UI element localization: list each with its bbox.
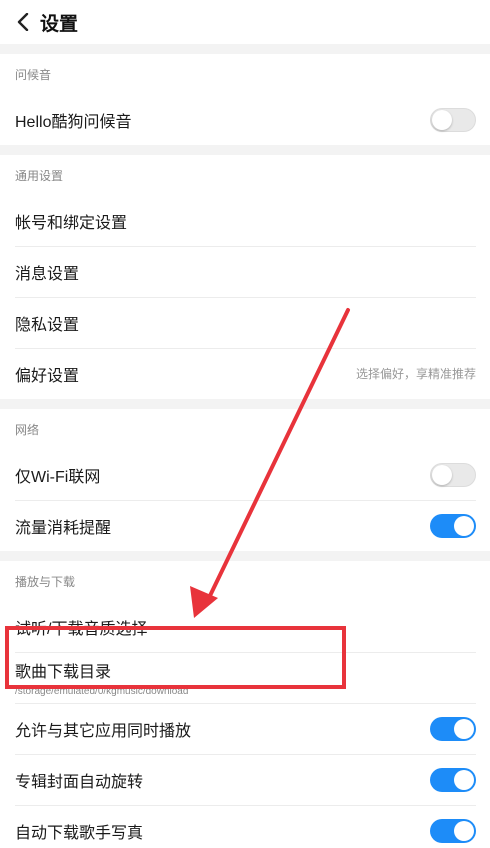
preference-hint: 选择偏好，享精准推荐: [355, 367, 476, 381]
section-divider: [0, 399, 490, 409]
download-dir-path: /storage/emulated/0/kgmusic/download: [15, 686, 189, 697]
setting-label: 仅Wi-Fi联网: [15, 468, 101, 486]
setting-row-wifi-only[interactable]: 仅Wi-Fi联网: [0, 449, 490, 500]
back-arrow-icon[interactable]: [12, 11, 34, 33]
section-divider: [0, 44, 490, 54]
concurrent-play-toggle[interactable]: [430, 716, 476, 741]
setting-row-account[interactable]: 帐号和绑定设置: [0, 195, 490, 246]
setting-row-data-usage[interactable]: 流量消耗提醒: [0, 500, 490, 551]
hello-greeting-toggle[interactable]: [430, 107, 476, 132]
setting-row-download-dir[interactable]: 歌曲下载目录 /storage/emulated/0/kgmusic/downl…: [0, 652, 490, 703]
setting-label: 专辑封面自动旋转: [15, 773, 144, 791]
section-divider: [0, 551, 490, 561]
setting-row-preference[interactable]: 偏好设置 选择偏好，享精准推荐: [0, 348, 490, 399]
setting-row-album-rotate[interactable]: 专辑封面自动旋转: [0, 754, 490, 805]
section-title-general: 通用设置: [0, 155, 490, 195]
setting-label: 自动下载歌手写真: [15, 824, 144, 842]
setting-label: 试听/下载音质选择: [15, 620, 148, 638]
header: 设置: [0, 0, 490, 44]
page-title: 设置: [40, 13, 79, 35]
toggle-knob: [454, 718, 474, 739]
album-rotate-toggle[interactable]: [430, 767, 476, 792]
setting-label: 帐号和绑定设置: [15, 214, 128, 232]
wifi-only-toggle[interactable]: [430, 462, 476, 487]
toggle-knob: [432, 464, 452, 485]
setting-label: 消息设置: [15, 265, 80, 283]
section-title-greeting: 问候音: [0, 54, 490, 94]
setting-row-quality[interactable]: 试听/下载音质选择: [0, 601, 490, 652]
toggle-knob: [432, 109, 452, 130]
auto-photo-toggle[interactable]: [430, 818, 476, 843]
setting-label: 允许与其它应用同时播放: [15, 722, 192, 740]
setting-row-message[interactable]: 消息设置: [0, 246, 490, 297]
section-title-play-download: 播放与下载: [0, 561, 490, 601]
setting-row-concurrent-play[interactable]: 允许与其它应用同时播放: [0, 703, 490, 754]
toggle-knob: [454, 515, 474, 536]
section-title-network: 网络: [0, 409, 490, 449]
setting-row-privacy[interactable]: 隐私设置: [0, 297, 490, 348]
setting-label: 隐私设置: [15, 316, 80, 334]
setting-row-auto-photo[interactable]: 自动下载歌手写真: [0, 805, 490, 848]
setting-row-hello-greeting[interactable]: Hello酷狗问候音: [0, 94, 490, 145]
toggle-knob: [454, 769, 474, 790]
setting-label: 流量消耗提醒: [15, 519, 112, 537]
setting-label: 偏好设置: [15, 367, 80, 385]
setting-label: 歌曲下载目录: [15, 664, 112, 681]
data-usage-toggle[interactable]: [430, 513, 476, 538]
section-divider: [0, 145, 490, 155]
setting-label: Hello酷狗问候音: [15, 113, 132, 131]
toggle-knob: [454, 820, 474, 841]
